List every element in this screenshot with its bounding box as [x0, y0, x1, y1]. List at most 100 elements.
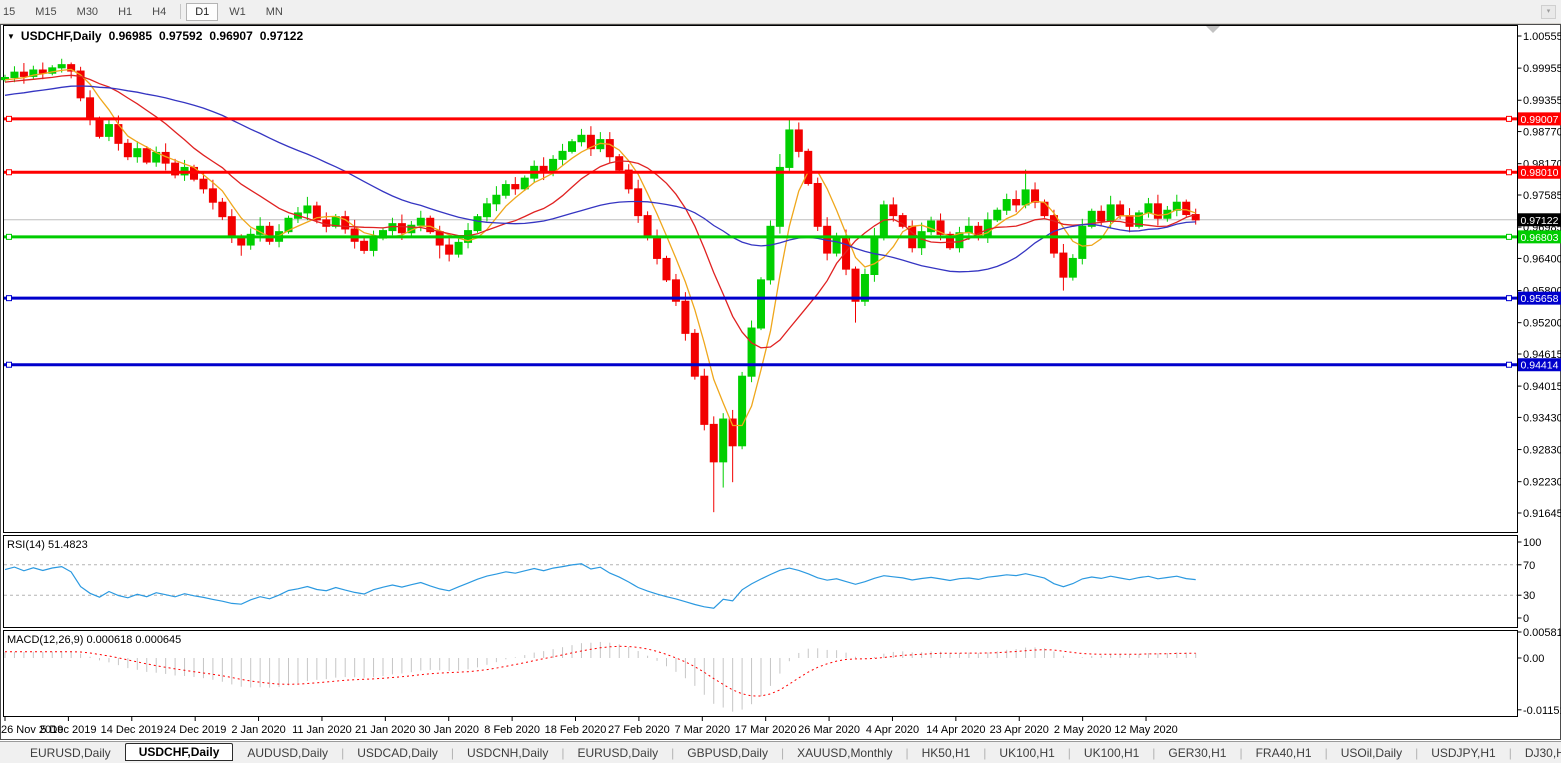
candle-body: [955, 232, 964, 249]
line-endpoint-handle[interactable]: [6, 169, 12, 176]
candle-body: [709, 423, 718, 463]
timeframe-button-m30[interactable]: M30: [68, 3, 107, 21]
price-axis-label: 0.93430: [1523, 412, 1561, 424]
line-endpoint-handle[interactable]: [1506, 169, 1512, 176]
candle-body: [19, 71, 28, 77]
tab-dj30-h4[interactable]: DJ30,H4: [1513, 744, 1561, 762]
candle-body: [1012, 199, 1021, 206]
date-axis-label: 14 Dec 2019: [101, 724, 163, 736]
tab-usdcad-daily[interactable]: USDCAD,Daily: [345, 744, 450, 762]
candle-body: [728, 418, 737, 447]
tab-hk50-h1[interactable]: HK50,H1: [910, 744, 983, 762]
tab-separator: |: [450, 745, 454, 760]
tab-separator: |: [1415, 745, 1419, 760]
candle-body: [1125, 215, 1134, 227]
timeframe-button-h4[interactable]: H4: [143, 3, 175, 21]
tab-xauusd-monthly[interactable]: XAUUSD,Monthly: [785, 744, 904, 762]
tab-usdchf-daily[interactable]: USDCHF,Daily: [124, 742, 234, 761]
candle-body: [738, 375, 747, 447]
candle-body: [1116, 204, 1125, 217]
line-endpoint-handle[interactable]: [6, 233, 12, 240]
date-axis-label: 2 May 2020: [1054, 724, 1111, 736]
timeframe-button-h1[interactable]: H1: [109, 3, 141, 21]
candle-body: [842, 236, 851, 270]
chart-close-value: 0.97122: [259, 29, 304, 43]
candle-body: [369, 237, 378, 251]
candle-body: [870, 236, 879, 275]
price-tag-label: 0.98010: [1521, 167, 1559, 179]
tab-separator: |: [1067, 745, 1071, 760]
line-endpoint-handle[interactable]: [6, 115, 12, 122]
tab-eurusd-daily[interactable]: EURUSD,Daily: [565, 744, 670, 762]
price-axis-label: 0.92230: [1523, 477, 1561, 489]
candle-body: [123, 142, 132, 158]
chart-canvas[interactable]: 1.005550.999550.993550.987700.981700.975…: [0, 24, 1561, 740]
rsi-axis-label: 30: [1523, 590, 1535, 602]
timeframe-button-d1[interactable]: D1: [186, 2, 219, 21]
price-axis-label: 0.94015: [1523, 381, 1561, 393]
candle-body: [482, 203, 491, 218]
candle-body: [1002, 199, 1011, 211]
tab-separator: |: [1239, 745, 1243, 760]
line-endpoint-handle[interactable]: [1506, 361, 1512, 368]
candle-body: [1078, 225, 1087, 259]
tab-gbpusd-daily[interactable]: GBPUSD,Daily: [675, 744, 780, 762]
symbol-tabbar: EURUSD,Daily USDCHF,Daily AUDUSD,Daily | USD…: [0, 741, 1561, 763]
candle-body: [662, 257, 671, 281]
candle-body: [227, 216, 236, 238]
candle-body: [889, 204, 898, 217]
price-axis-label: 0.95200: [1523, 318, 1561, 330]
tab-fra40-h1[interactable]: FRA40,H1: [1244, 744, 1324, 762]
candle-body: [218, 201, 227, 218]
date-axis-label: 2 Jan 2020: [231, 724, 285, 736]
candle-body: [993, 209, 1002, 221]
chart-title: ▼ USDCHF,Daily 0.96985 0.97592 0.96907 0…: [7, 29, 303, 43]
candle-body: [1144, 203, 1153, 214]
chart-dropdown-icon[interactable]: ▼: [7, 32, 15, 41]
tab-ger30-h1[interactable]: GER30,H1: [1156, 744, 1238, 762]
timeframe-button-mn[interactable]: MN: [257, 3, 292, 21]
line-endpoint-handle[interactable]: [6, 295, 12, 302]
line-endpoint-handle[interactable]: [1506, 115, 1512, 122]
candle-body: [95, 118, 104, 137]
date-axis-label: 17 Mar 2020: [735, 724, 797, 736]
timeframe-button-15[interactable]: 15: [1, 3, 24, 21]
tab-audusd-daily[interactable]: AUDUSD,Daily: [235, 744, 340, 762]
timeframe-button-m15[interactable]: M15: [26, 3, 65, 21]
date-axis-label: 8 Feb 2020: [484, 724, 540, 736]
date-axis-label: 21 Jan 2020: [355, 724, 416, 736]
tab-uk100-h1[interactable]: UK100,H1: [1072, 744, 1151, 762]
tab-usoil-daily[interactable]: USOil,Daily: [1329, 744, 1414, 762]
tab-usdjpy-h1[interactable]: USDJPY,H1: [1419, 744, 1507, 762]
candle-body: [653, 236, 662, 259]
date-axis-label: 23 Apr 2020: [990, 724, 1049, 736]
price-axis-label: 0.96400: [1523, 253, 1561, 265]
candle-body: [1021, 189, 1030, 206]
candle-body: [775, 166, 784, 227]
candle-body: [454, 241, 463, 255]
candle-body: [199, 178, 208, 190]
tab-separator: |: [983, 745, 987, 760]
candle-body: [142, 148, 151, 163]
toolbar-overflow-button[interactable]: ▾: [1541, 5, 1556, 19]
candle-body: [104, 124, 113, 137]
rsi-axis-label: 100: [1523, 537, 1541, 549]
date-axis-label: 24 Dec 2019: [164, 724, 226, 736]
chart-open-value: 0.96985: [108, 29, 152, 43]
candle-body: [757, 279, 765, 329]
line-endpoint-handle[interactable]: [1506, 295, 1512, 302]
tab-uk100-h1[interactable]: UK100,H1: [987, 744, 1066, 762]
candle-body: [501, 184, 510, 196]
timeframe-button-w1[interactable]: W1: [220, 3, 255, 21]
rsi-axis-label: 70: [1523, 560, 1535, 572]
price-axis-label: 0.98770: [1523, 127, 1561, 139]
tab-usdcnh-daily[interactable]: USDCNH,Daily: [455, 744, 560, 762]
tab-eurusd-daily[interactable]: EURUSD,Daily: [18, 744, 123, 762]
candle-body: [265, 225, 274, 242]
candle-body: [813, 182, 822, 227]
date-axis-label: 5 Dec 2019: [40, 724, 96, 736]
line-endpoint-handle[interactable]: [6, 361, 12, 368]
line-endpoint-handle[interactable]: [1506, 233, 1512, 240]
price-axis-label: 1.00555: [1523, 31, 1561, 43]
tab-separator: |: [1508, 745, 1512, 760]
